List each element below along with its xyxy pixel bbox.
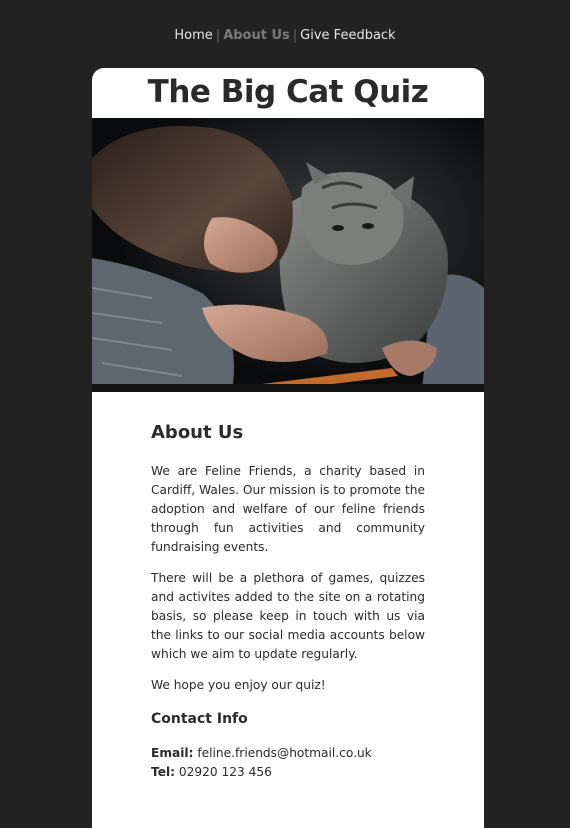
nav-separator: | [215, 28, 221, 43]
email-value[interactable]: feline.friends@hotmail.co.uk [197, 746, 371, 760]
contact-tel: Tel: 02920 123 456 [151, 763, 425, 782]
tel-label: Tel: [151, 765, 176, 779]
about-paragraph: There will be a plethora of games, quizz… [151, 571, 425, 661]
contact-email: Email: feline.friends@hotmail.co.uk [151, 744, 425, 763]
tel-value[interactable]: 02920 123 456 [179, 765, 272, 779]
about-content: About Us We are Feline Friends, a charit… [151, 420, 425, 782]
nav-separator: | [292, 28, 298, 43]
nav-link-about-us[interactable]: About Us [223, 28, 290, 43]
about-heading: About Us [151, 422, 244, 443]
page-title: The Big Cat Quiz [147, 74, 429, 110]
nav-link-home[interactable]: Home [174, 28, 212, 43]
about-paragraph: We hope you enjoy our quiz! [151, 678, 326, 692]
about-paragraph: We are Feline Friends, a charity based i… [151, 464, 425, 554]
email-label: Email: [151, 746, 194, 760]
contact-heading: Contact Info [151, 711, 248, 727]
nav-link-give-feedback[interactable]: Give Feedback [300, 28, 395, 43]
top-nav: Home | About Us | Give Feedback [0, 28, 570, 43]
hero-photo [92, 118, 484, 392]
